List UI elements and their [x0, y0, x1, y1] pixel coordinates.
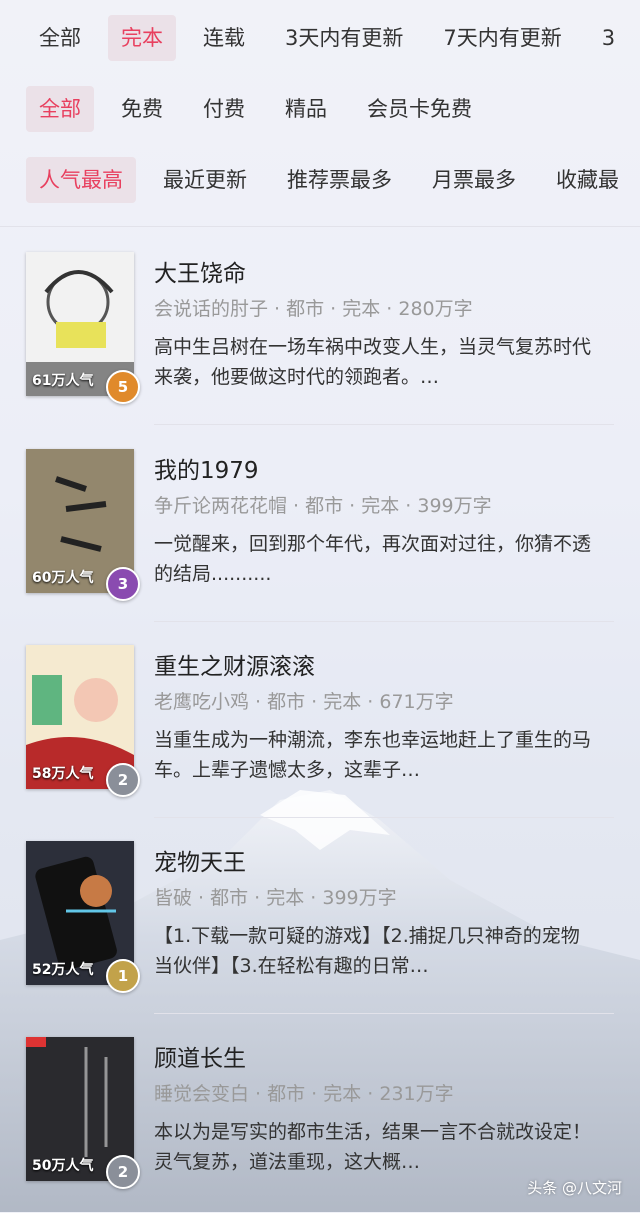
medal-icon: 5 [106, 370, 140, 404]
book-item[interactable]: 60万人气 3 我的1979 争斤论两花花帽 · 都市 · 完本 · 399万字一觉醒… [26, 449, 616, 625]
medal-icon: 3 [106, 567, 140, 601]
item-divider [154, 424, 614, 425]
book-description: 【1.下载一款可疑的游戏】【2.捕捉几只神奇的宠物当伙伴】【3.在轻松有趣的日常… [154, 925, 580, 977]
book-item[interactable]: 58万人气 2 重生之财源滚滚老鹰吃小鸡 · 都市 · 完本 · 671万字当重生成… [26, 645, 616, 821]
price-filter-chip[interactable]: 免费 [108, 86, 176, 132]
medal-icon: 1 [106, 959, 140, 993]
sort-filter-chip[interactable]: 最近更新 [150, 157, 260, 203]
status-filter-row: 全部 完本 连载 3天内有更新 7天内有更新 3 [26, 15, 640, 61]
popularity-label: 60万人气 [32, 570, 94, 586]
popularity-label: 50万人气 [32, 1158, 94, 1174]
item-divider [154, 817, 614, 818]
book-title[interactable]: 我的1979 [154, 451, 259, 485]
price-filter-chip[interactable]: 精品 [272, 86, 340, 132]
sort-filter-chip[interactable]: 推荐票最多 [274, 157, 405, 203]
medal-icon: 2 [106, 763, 140, 797]
book-title[interactable]: 顾道长生 [154, 1039, 246, 1073]
book-meta: 争斤论两花花帽 · 都市 · 完本 · 399万字 [154, 495, 492, 517]
status-filter-chip[interactable]: 全部 [26, 15, 94, 61]
item-divider [154, 621, 614, 622]
book-meta: 会说话的肘子 · 都市 · 完本 · 280万字 [154, 298, 473, 320]
book-item[interactable]: 52万人气 1 宠物天王皆破 · 都市 · 完本 · 399万字【1.下载一款可疑的… [26, 841, 616, 1017]
price-filter-chip[interactable]: 会员卡免费 [354, 86, 485, 132]
sort-filter-row: 人气最高 最近更新 推荐票最多 月票最多 收藏最 [26, 157, 640, 203]
watermark: 头条 @八文河 [527, 1179, 622, 1197]
book-title[interactable]: 重生之财源滚滚 [154, 647, 315, 681]
price-filter-row: 全部 免费 付费 精品 会员卡免费 [26, 86, 499, 132]
book-meta: 睡觉会变白 · 都市 · 完本 · 231万字 [154, 1083, 454, 1105]
price-filter-chip[interactable]: 全部 [26, 86, 94, 132]
book-title[interactable]: 宠物天王 [154, 843, 246, 877]
status-filter-chip[interactable]: 7天内有更新 [430, 15, 574, 61]
popularity-label: 61万人气 [32, 373, 94, 389]
status-filter-chip[interactable]: 连载 [190, 15, 258, 61]
sort-filter-chip[interactable]: 月票最多 [419, 157, 529, 203]
status-filter-chip[interactable]: 完本 [108, 15, 176, 61]
book-description: 当重生成为一种潮流，李东也幸运地赶上了重生的马车。上辈子遗憾太多，这辈子… [154, 729, 592, 781]
book-item[interactable]: 61万人气 5 大王饶命会说话的肘子 · 都市 · 完本 · 280万字高中生吕树在… [26, 252, 616, 428]
book-title[interactable]: 大王饶命 [154, 254, 246, 288]
popularity-label: 52万人气 [32, 962, 94, 978]
popularity-label: 58万人气 [32, 766, 94, 782]
book-description: 本以为是写实的都市生活，结果一言不合就改设定！灵气复苏，道法重现，这大概… [154, 1121, 592, 1173]
medal-icon: 2 [106, 1155, 140, 1189]
book-meta: 老鹰吃小鸡 · 都市 · 完本 · 671万字 [154, 691, 454, 713]
status-filter-chip[interactable]: 3天内有更新 [272, 15, 416, 61]
price-filter-chip[interactable]: 付费 [190, 86, 258, 132]
header-divider [0, 226, 640, 227]
book-description: 高中生吕树在一场车祸中改变人生，当灵气复苏时代来袭，他要做这时代的领跑者。… [154, 336, 592, 388]
status-filter-chip[interactable]: 3 [589, 15, 628, 61]
sort-filter-chip[interactable]: 收藏最 [543, 157, 632, 203]
item-divider [154, 1013, 614, 1014]
sort-filter-chip[interactable]: 人气最高 [26, 157, 136, 203]
book-meta: 皆破 · 都市 · 完本 · 399万字 [154, 887, 397, 909]
book-description: 一觉醒来，回到那个年代，再次面对过往，你猜不透的结局.......... [154, 533, 592, 585]
